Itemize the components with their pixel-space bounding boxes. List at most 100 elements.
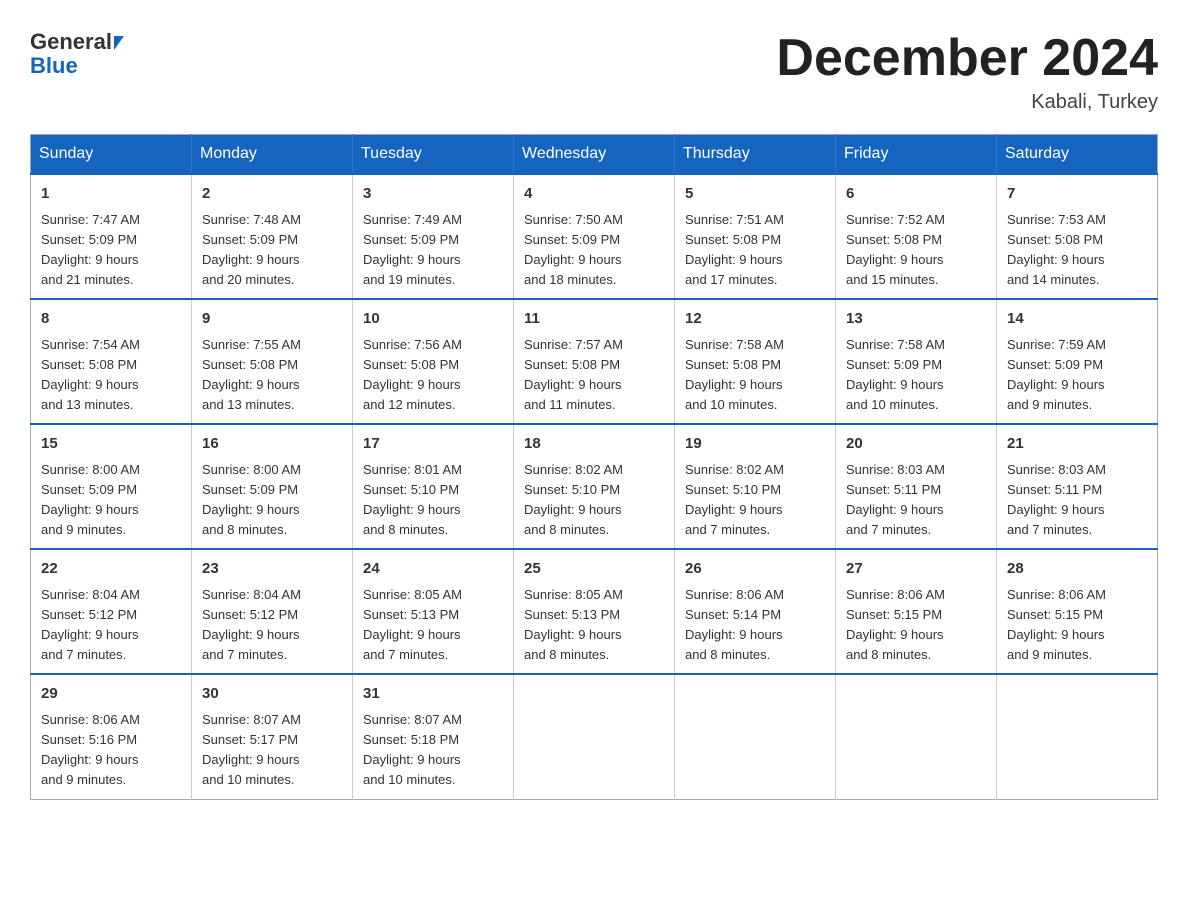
day-number: 31 [363, 683, 503, 706]
day-number: 20 [846, 433, 986, 456]
day-info: Sunrise: 7:50 AMSunset: 5:09 PMDaylight:… [524, 210, 664, 291]
day-info: Sunrise: 8:06 AMSunset: 5:15 PMDaylight:… [1007, 585, 1147, 666]
day-info: Sunrise: 7:56 AMSunset: 5:08 PMDaylight:… [363, 335, 503, 416]
day-info: Sunrise: 8:06 AMSunset: 5:14 PMDaylight:… [685, 585, 825, 666]
day-info: Sunrise: 7:52 AMSunset: 5:08 PMDaylight:… [846, 210, 986, 291]
day-info: Sunrise: 7:54 AMSunset: 5:08 PMDaylight:… [41, 335, 181, 416]
calendar-table: SundayMondayTuesdayWednesdayThursdayFrid… [30, 134, 1158, 799]
day-number: 14 [1007, 308, 1147, 331]
calendar-cell: 15 Sunrise: 8:00 AMSunset: 5:09 PMDayligh… [31, 424, 192, 549]
day-info: Sunrise: 8:07 AMSunset: 5:18 PMDaylight:… [363, 710, 503, 791]
day-info: Sunrise: 8:04 AMSunset: 5:12 PMDaylight:… [41, 585, 181, 666]
day-number: 28 [1007, 558, 1147, 581]
calendar-cell: 16 Sunrise: 8:00 AMSunset: 5:09 PMDayligh… [192, 424, 353, 549]
calendar-cell: 6Sunrise: 7:52 AMSunset: 5:08 PMDaylight… [836, 174, 997, 299]
day-number: 17 [363, 433, 503, 456]
day-info: Sunrise: 7:59 AMSunset: 5:09 PMDaylight:… [1007, 335, 1147, 416]
calendar-cell: 20 Sunrise: 8:03 AMSunset: 5:11 PMDayligh… [836, 424, 997, 549]
week-row-3: 15 Sunrise: 8:00 AMSunset: 5:09 PMDayligh… [31, 424, 1158, 549]
calendar-cell: 13Sunrise: 7:58 AMSunset: 5:09 PMDayligh… [836, 299, 997, 424]
calendar-cell: 24 Sunrise: 8:05 AMSunset: 5:13 PMDayligh… [353, 549, 514, 674]
day-info: Sunrise: 7:49 AMSunset: 5:09 PMDaylight:… [363, 210, 503, 291]
location-text: Kabali, Turkey [776, 91, 1158, 114]
day-info: Sunrise: 7:48 AMSunset: 5:09 PMDaylight:… [202, 210, 342, 291]
day-number: 9 [202, 308, 342, 331]
day-info: Sunrise: 8:06 AMSunset: 5:16 PMDaylight:… [41, 710, 181, 791]
calendar-cell [675, 674, 836, 799]
day-number: 8 [41, 308, 181, 331]
day-number: 15 [41, 433, 181, 456]
logo: General Blue [30, 30, 124, 78]
day-info: Sunrise: 8:05 AMSunset: 5:13 PMDaylight:… [363, 585, 503, 666]
day-number: 10 [363, 308, 503, 331]
day-info: Sunrise: 7:57 AMSunset: 5:08 PMDaylight:… [524, 335, 664, 416]
calendar-cell: 14 Sunrise: 7:59 AMSunset: 5:09 PMDayligh… [997, 299, 1158, 424]
calendar-cell: 2 Sunrise: 7:48 AMSunset: 5:09 PMDaylight… [192, 174, 353, 299]
calendar-cell: 27 Sunrise: 8:06 AMSunset: 5:15 PMDayligh… [836, 549, 997, 674]
day-number: 23 [202, 558, 342, 581]
day-info: Sunrise: 7:58 AMSunset: 5:09 PMDaylight:… [846, 335, 986, 416]
calendar-cell: 5 Sunrise: 7:51 AMSunset: 5:08 PMDaylight… [675, 174, 836, 299]
week-row-5: 29 Sunrise: 8:06 AMSunset: 5:16 PMDayligh… [31, 674, 1158, 799]
day-number: 21 [1007, 433, 1147, 456]
calendar-cell: 28 Sunrise: 8:06 AMSunset: 5:15 PMDayligh… [997, 549, 1158, 674]
day-info: Sunrise: 8:02 AMSunset: 5:10 PMDaylight:… [685, 460, 825, 541]
logo-line1: General [30, 30, 124, 54]
day-info: Sunrise: 8:04 AMSunset: 5:12 PMDaylight:… [202, 585, 342, 666]
day-number: 27 [846, 558, 986, 581]
day-info: Sunrise: 8:03 AMSunset: 5:11 PMDaylight:… [1007, 460, 1147, 541]
calendar-cell: 12 Sunrise: 7:58 AMSunset: 5:08 PMDayligh… [675, 299, 836, 424]
header-monday: Monday [192, 135, 353, 175]
day-number: 7 [1007, 183, 1147, 206]
calendar-cell: 23 Sunrise: 8:04 AMSunset: 5:12 PMDayligh… [192, 549, 353, 674]
calendar-cell: 7Sunrise: 7:53 AMSunset: 5:08 PMDaylight… [997, 174, 1158, 299]
header-friday: Friday [836, 135, 997, 175]
day-number: 11 [524, 308, 664, 331]
header-saturday: Saturday [997, 135, 1158, 175]
calendar-cell [836, 674, 997, 799]
calendar-cell: 8 Sunrise: 7:54 AMSunset: 5:08 PMDaylight… [31, 299, 192, 424]
week-row-4: 22Sunrise: 8:04 AMSunset: 5:12 PMDayligh… [31, 549, 1158, 674]
day-number: 16 [202, 433, 342, 456]
calendar-cell: 19Sunrise: 8:02 AMSunset: 5:10 PMDayligh… [675, 424, 836, 549]
calendar-cell: 3Sunrise: 7:49 AMSunset: 5:09 PMDaylight… [353, 174, 514, 299]
day-number: 5 [685, 183, 825, 206]
calendar-header-row: SundayMondayTuesdayWednesdayThursdayFrid… [31, 135, 1158, 175]
calendar-cell: 17 Sunrise: 8:01 AMSunset: 5:10 PMDayligh… [353, 424, 514, 549]
header-wednesday: Wednesday [514, 135, 675, 175]
week-row-2: 8 Sunrise: 7:54 AMSunset: 5:08 PMDaylight… [31, 299, 1158, 424]
logo-blue-text: Blue [30, 53, 78, 78]
day-number: 12 [685, 308, 825, 331]
day-info: Sunrise: 8:06 AMSunset: 5:15 PMDaylight:… [846, 585, 986, 666]
day-info: Sunrise: 8:03 AMSunset: 5:11 PMDaylight:… [846, 460, 986, 541]
day-info: Sunrise: 8:01 AMSunset: 5:10 PMDaylight:… [363, 460, 503, 541]
day-info: Sunrise: 8:07 AMSunset: 5:17 PMDaylight:… [202, 710, 342, 791]
day-info: Sunrise: 8:02 AMSunset: 5:10 PMDaylight:… [524, 460, 664, 541]
day-number: 26 [685, 558, 825, 581]
calendar-cell: 4 Sunrise: 7:50 AMSunset: 5:09 PMDaylight… [514, 174, 675, 299]
calendar-cell: 29 Sunrise: 8:06 AMSunset: 5:16 PMDayligh… [31, 674, 192, 799]
day-info: Sunrise: 8:00 AMSunset: 5:09 PMDaylight:… [41, 460, 181, 541]
title-area: December 2024 Kabali, Turkey [776, 30, 1158, 114]
day-number: 2 [202, 183, 342, 206]
calendar-cell: 10 Sunrise: 7:56 AMSunset: 5:08 PMDayligh… [353, 299, 514, 424]
day-number: 4 [524, 183, 664, 206]
header-sunday: Sunday [31, 135, 192, 175]
calendar-cell [514, 674, 675, 799]
day-info: Sunrise: 7:51 AMSunset: 5:08 PMDaylight:… [685, 210, 825, 291]
day-info: Sunrise: 8:00 AMSunset: 5:09 PMDaylight:… [202, 460, 342, 541]
day-number: 25 [524, 558, 664, 581]
day-number: 29 [41, 683, 181, 706]
month-title: December 2024 [776, 30, 1158, 87]
day-number: 18 [524, 433, 664, 456]
calendar-cell [997, 674, 1158, 799]
day-info: Sunrise: 7:58 AMSunset: 5:08 PMDaylight:… [685, 335, 825, 416]
day-number: 24 [363, 558, 503, 581]
calendar-cell: 9Sunrise: 7:55 AMSunset: 5:08 PMDaylight… [192, 299, 353, 424]
calendar-cell: 22Sunrise: 8:04 AMSunset: 5:12 PMDayligh… [31, 549, 192, 674]
day-info: Sunrise: 7:47 AMSunset: 5:09 PMDaylight:… [41, 210, 181, 291]
calendar-cell: 31 Sunrise: 8:07 AMSunset: 5:18 PMDayligh… [353, 674, 514, 799]
day-number: 1 [41, 183, 181, 206]
header-tuesday: Tuesday [353, 135, 514, 175]
logo-line2: Blue [30, 54, 124, 78]
